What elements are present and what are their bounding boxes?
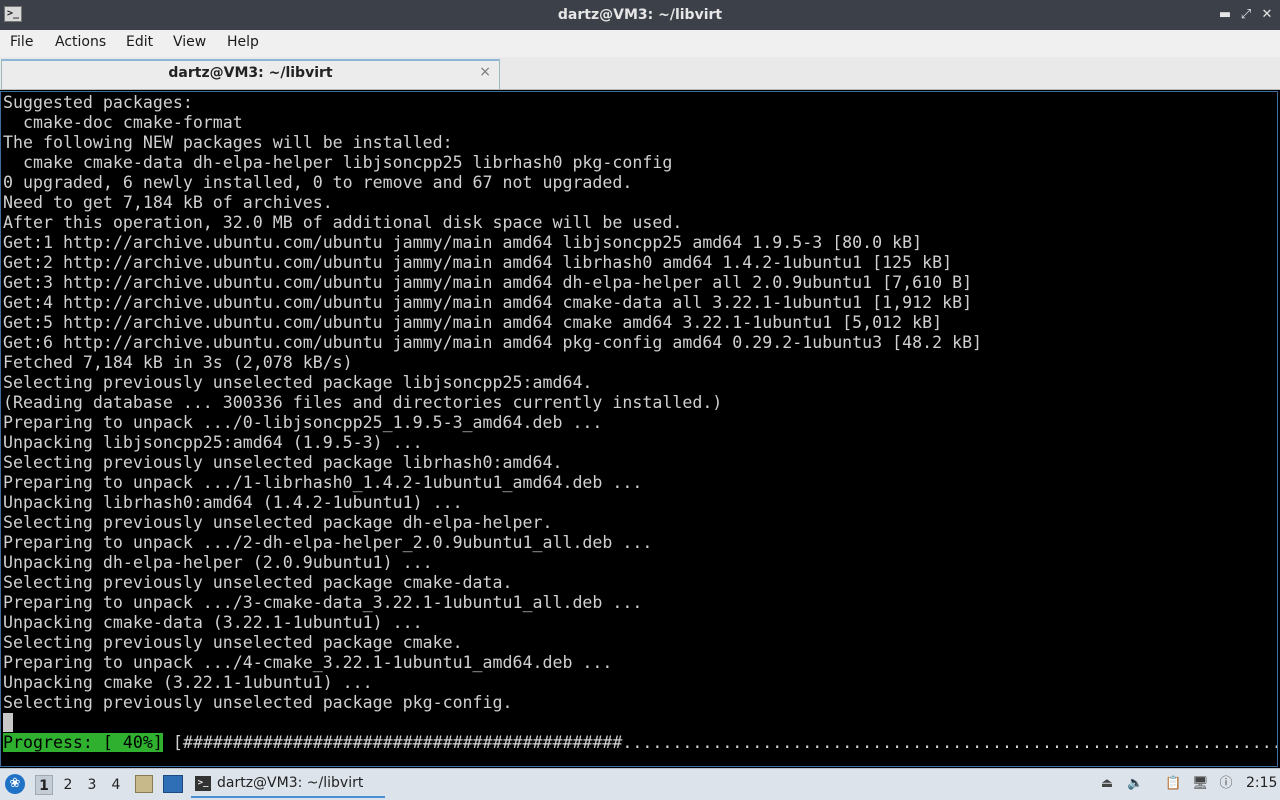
- terminal-line: Preparing to unpack .../2-dh-elpa-helper…: [3, 533, 653, 552]
- menu-file[interactable]: File: [10, 34, 33, 50]
- terminal-output[interactable]: Suggested packages: cmake-doc cmake-form…: [0, 91, 1278, 767]
- menu-view[interactable]: View: [173, 34, 206, 50]
- terminal-line: Unpacking dh-elpa-helper (2.0.9ubuntu1) …: [3, 553, 433, 572]
- terminal-line: Preparing to unpack .../0-libjsoncpp25_1…: [3, 413, 603, 432]
- window-titlebar[interactable]: >_ dartz@VM3: ~/libvirt ▬ ⤢ ✕: [0, 0, 1280, 30]
- start-menu-icon[interactable]: ❀: [5, 774, 25, 794]
- volume-icon[interactable]: 🔈: [1127, 776, 1143, 792]
- menu-help[interactable]: Help: [227, 34, 259, 50]
- close-icon[interactable]: ✕: [1259, 7, 1275, 23]
- network-icon[interactable]: 🖥: [1192, 776, 1209, 792]
- minimize-icon[interactable]: ▬: [1217, 7, 1233, 23]
- terminal-line: Selecting previously unselected package …: [3, 633, 463, 652]
- workspace-3[interactable]: 3: [83, 775, 101, 795]
- terminal-line: Need to get 7,184 kB of archives.: [3, 193, 333, 212]
- taskbar: ❀ 1 2 3 4 >_ dartz@VM3: ~/libvirt ⏏ 🔈 📋 …: [0, 768, 1280, 800]
- menu-bar: File Actions Edit View Help: [0, 30, 1280, 57]
- task-label: dartz@VM3: ~/libvirt: [217, 775, 364, 791]
- progress-line: Progress: [ 40%] [######################…: [3, 733, 1278, 753]
- terminal-line: Preparing to unpack .../1-librhash0_1.4.…: [3, 473, 643, 492]
- terminal-line: Get:5 http://archive.ubuntu.com/ubuntu j…: [3, 313, 943, 332]
- terminal-line: Selecting previously unselected package …: [3, 573, 513, 592]
- terminal-line: Unpacking cmake-data (3.22.1-1ubuntu1) .…: [3, 613, 423, 632]
- terminal-line: Get:2 http://archive.ubuntu.com/ubuntu j…: [3, 253, 953, 272]
- workspace-1[interactable]: 1: [35, 775, 53, 795]
- terminal-line: Get:1 http://archive.ubuntu.com/ubuntu j…: [3, 233, 923, 252]
- clock: 2:15: [1246, 775, 1278, 791]
- terminal-line: cmake cmake-data dh-elpa-helper libjsonc…: [3, 153, 673, 172]
- terminal-line: Unpacking cmake (3.22.1-1ubuntu1) ...: [3, 673, 373, 692]
- terminal-line: Get:6 http://archive.ubuntu.com/ubuntu j…: [3, 333, 983, 352]
- file-manager-icon[interactable]: [135, 775, 153, 793]
- terminal-line: Unpacking librhash0:amd64 (1.4.2-1ubuntu…: [3, 493, 463, 512]
- menu-actions[interactable]: Actions: [55, 34, 106, 50]
- maximize-icon[interactable]: ⤢: [1238, 7, 1254, 23]
- workspace-2[interactable]: 2: [59, 775, 77, 795]
- taskbar-task-terminal[interactable]: >_ dartz@VM3: ~/libvirt: [191, 772, 385, 798]
- terminal-cursor: [3, 713, 13, 732]
- terminal-line: Selecting previously unselected package …: [3, 693, 513, 712]
- terminal-line: 0 upgraded, 6 newly installed, 0 to remo…: [3, 173, 633, 192]
- terminal-line: Get:3 http://archive.ubuntu.com/ubuntu j…: [3, 273, 973, 292]
- menu-edit[interactable]: Edit: [126, 34, 153, 50]
- terminal-line: Preparing to unpack .../4-cmake_3.22.1-1…: [3, 653, 613, 672]
- notification-icon[interactable]: ⓘ: [1218, 776, 1234, 792]
- show-desktop-icon[interactable]: [163, 775, 183, 793]
- progress-bar: [#######################################…: [162, 733, 1278, 752]
- progress-label: Progress: [ 40%]: [3, 733, 163, 752]
- terminal-line: After this operation, 32.0 MB of additio…: [3, 213, 683, 232]
- terminal-line: cmake-doc cmake-format: [3, 113, 243, 132]
- terminal-line: Unpacking libjsoncpp25:amd64 (1.9.5-3) .…: [3, 433, 423, 452]
- terminal-line: (Reading database ... 300336 files and d…: [3, 393, 723, 412]
- terminal-tab[interactable]: dartz@VM3: ~/libvirt ×: [1, 59, 500, 89]
- terminal-line: Selecting previously unselected package …: [3, 373, 593, 392]
- tab-bar: dartz@VM3: ~/libvirt ×: [0, 57, 1280, 90]
- terminal-line: Fetched 7,184 kB in 3s (2,078 kB/s): [3, 353, 353, 372]
- terminal-line: Preparing to unpack .../3-cmake-data_3.2…: [3, 593, 643, 612]
- window-title: dartz@VM3: ~/libvirt: [557, 7, 723, 23]
- workspace-4[interactable]: 4: [107, 775, 125, 795]
- terminal-line: The following NEW packages will be insta…: [3, 133, 453, 152]
- terminal-line: Suggested packages:: [3, 93, 193, 112]
- terminal-line: Get:4 http://archive.ubuntu.com/ubuntu j…: [3, 293, 973, 312]
- removable-drive-icon[interactable]: ⏏: [1099, 776, 1115, 792]
- clipboard-icon[interactable]: 📋: [1165, 776, 1181, 792]
- terminal-icon: >_: [195, 776, 211, 791]
- terminal-line: Selecting previously unselected package …: [3, 453, 563, 472]
- terminal-line: Selecting previously unselected package …: [3, 513, 553, 532]
- tab-close-icon[interactable]: ×: [479, 64, 491, 80]
- tab-title: dartz@VM3: ~/libvirt: [168, 65, 333, 81]
